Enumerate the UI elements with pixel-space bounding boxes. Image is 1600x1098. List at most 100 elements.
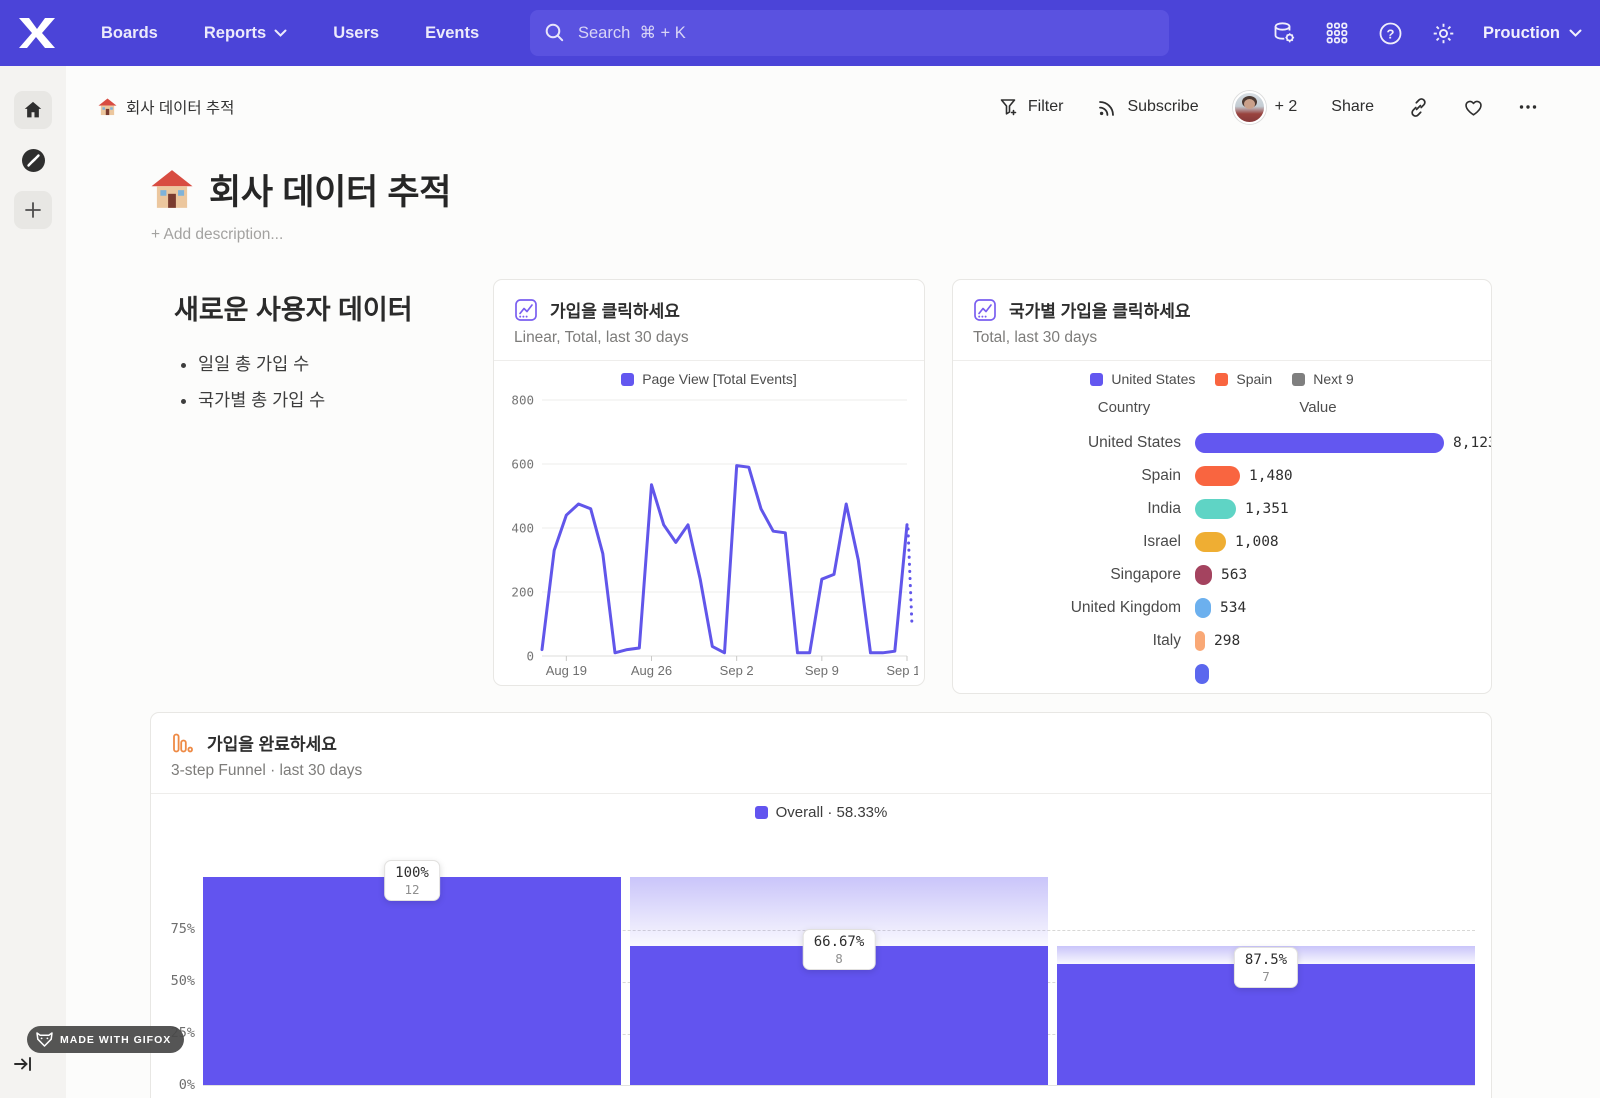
country-bar[interactable] <box>1195 664 1209 684</box>
svg-text:200: 200 <box>511 585 534 600</box>
legend-item[interactable]: United States <box>1090 371 1195 387</box>
page-title[interactable]: 회사 데이터 추적 <box>150 164 451 215</box>
country-label: Italy <box>953 632 1181 650</box>
card-title[interactable]: 가입을 클릭하세요 <box>550 297 680 322</box>
country-value: 1,351 <box>1245 501 1289 517</box>
country-label: United Kingdom <box>953 599 1181 617</box>
svg-text:Aug 19: Aug 19 <box>546 663 587 678</box>
settings-gear-icon[interactable] <box>1430 20 1456 46</box>
line-chart-card: 가입을 클릭하세요 Linear, Total, last 30 days Pa… <box>493 279 925 686</box>
breadcrumb[interactable]: 회사 데이터 추적 <box>98 96 234 118</box>
filter-icon <box>999 97 1019 117</box>
line-chart-plot[interactable]: 8006004002000Aug 19Aug 26Sep 2Sep 9Sep 1… <box>504 392 918 679</box>
country-bar[interactable] <box>1195 532 1226 552</box>
legend-item[interactable]: Next 9 <box>1292 371 1353 387</box>
country-legend: United States Spain Next 9 <box>953 371 1491 387</box>
avatar[interactable] <box>1233 91 1266 124</box>
country-label: Israel <box>953 533 1181 551</box>
legend-swatch <box>1215 373 1228 386</box>
funnel-bar[interactable] <box>203 877 621 1085</box>
country-bar[interactable] <box>1195 598 1211 618</box>
table-row[interactable]: United Kingdom 534 <box>953 591 1491 624</box>
svg-text:600: 600 <box>511 457 534 472</box>
apps-grid-icon[interactable] <box>1324 20 1350 46</box>
country-bar[interactable] <box>1195 631 1205 651</box>
legend-label: Spain <box>1236 371 1272 387</box>
country-bar[interactable] <box>1195 466 1240 486</box>
add-description[interactable]: + Add description... <box>151 226 283 244</box>
primary-nav: Boards Reports Users Events <box>78 0 502 66</box>
gifox-badge[interactable]: MADE WITH GIFOX <box>27 1026 184 1053</box>
home-icon[interactable] <box>14 91 52 129</box>
mixpanel-logo-icon[interactable] <box>16 14 56 52</box>
nav-item-users[interactable]: Users <box>310 24 402 43</box>
board-toolbar: 회사 데이터 추적 Filter Subscribe + 2 Share <box>98 88 1538 126</box>
card-title[interactable]: 국가별 가입을 클릭하세요 <box>1009 297 1191 322</box>
tooltip-count: 8 <box>814 951 865 966</box>
help-icon[interactable]: ? <box>1377 20 1403 46</box>
more-options-icon[interactable] <box>1518 97 1538 117</box>
country-label: Spain <box>953 467 1181 485</box>
legend-overall[interactable]: Overall · 58.33% <box>755 804 888 821</box>
country-table: United States8,123Spain1,480India1,351Is… <box>953 426 1491 690</box>
column-value: Value <box>1253 399 1383 416</box>
funnel-plot[interactable]: 75%50%25%0%100%1266.67%887.5%7 <box>203 853 1475 1086</box>
table-row[interactable]: United States8,123 <box>953 426 1491 459</box>
table-row-clipped[interactable] <box>953 657 1491 690</box>
tooltip-conversion: 66.67% <box>814 934 865 950</box>
country-bar[interactable] <box>1195 433 1444 453</box>
tooltip-conversion: 87.5% <box>1245 952 1287 968</box>
nav-item-boards[interactable]: Boards <box>78 24 181 43</box>
card-title[interactable]: 가입을 완료하세요 <box>207 730 337 755</box>
y-axis-label: 75% <box>151 921 195 937</box>
collaborators[interactable]: + 2 <box>1233 91 1298 124</box>
country-bar[interactable] <box>1195 499 1236 519</box>
plus-icon[interactable] <box>14 191 52 229</box>
country-value: 563 <box>1221 567 1247 583</box>
svg-text:800: 800 <box>511 393 534 408</box>
table-row[interactable]: Israel1,008 <box>953 525 1491 558</box>
subscribe-button[interactable]: Subscribe <box>1097 97 1198 118</box>
legend-page-view[interactable]: Page View [Total Events] <box>621 371 797 387</box>
data-settings-icon[interactable] <box>1271 20 1297 46</box>
card-subtitle: 3-step Funnel · last 30 days <box>171 762 362 780</box>
table-row[interactable]: Spain1,480 <box>953 459 1491 492</box>
search-input[interactable] <box>530 10 1169 56</box>
house-emoji-icon <box>150 169 194 210</box>
y-axis-label: 0% <box>151 1077 195 1093</box>
nav-item-reports[interactable]: Reports <box>181 24 310 43</box>
favorite-heart-icon[interactable] <box>1463 97 1484 118</box>
nav-item-events[interactable]: Events <box>402 24 502 43</box>
funnel-tooltip: 100%12 <box>384 860 440 901</box>
legend-label: Next 9 <box>1313 371 1353 387</box>
line-chart-icon <box>514 298 538 322</box>
project-switcher[interactable]: Prouction <box>1483 24 1582 43</box>
card-subtitle: Total, last 30 days <box>973 329 1097 347</box>
table-row[interactable]: Singapore563 <box>953 558 1491 591</box>
share-button[interactable]: Share <box>1331 98 1374 116</box>
legend-item[interactable]: Spain <box>1215 371 1272 387</box>
tooltip-conversion: 100% <box>395 865 429 881</box>
text-card: 새로운 사용자 데이터 일일 총 가입 수 국가별 총 가입 수 <box>174 288 474 423</box>
copy-link-icon[interactable] <box>1408 97 1429 118</box>
expand-sidebar-icon[interactable] <box>13 1054 35 1076</box>
top-navbar: Boards Reports Users Events ? <box>0 0 1600 66</box>
funnel-tooltip: 87.5%7 <box>1234 947 1298 988</box>
funnel-bars-icon <box>171 731 195 755</box>
filter-button[interactable]: Filter <box>999 97 1064 117</box>
svg-text:Sep 16: Sep 16 <box>886 663 918 678</box>
funnel-tooltip: 66.67%8 <box>803 929 876 970</box>
country-bar[interactable] <box>1195 565 1212 585</box>
text-card-list: 일일 총 가입 수 국가별 총 가입 수 <box>174 351 474 412</box>
line-chart-svg: 8006004002000Aug 19Aug 26Sep 2Sep 9Sep 1… <box>504 392 918 679</box>
compass-icon[interactable] <box>14 141 52 179</box>
list-item: 일일 총 가입 수 <box>198 351 474 376</box>
svg-text:Aug 26: Aug 26 <box>631 663 672 678</box>
country-value: 534 <box>1220 600 1246 616</box>
country-value: 298 <box>1214 633 1240 649</box>
table-row[interactable]: India1,351 <box>953 492 1491 525</box>
svg-text:0: 0 <box>526 649 534 664</box>
toolbar-actions: Filter Subscribe + 2 Share <box>999 91 1538 124</box>
table-row[interactable]: Italy 298 <box>953 624 1491 657</box>
chevron-down-icon <box>274 29 287 37</box>
